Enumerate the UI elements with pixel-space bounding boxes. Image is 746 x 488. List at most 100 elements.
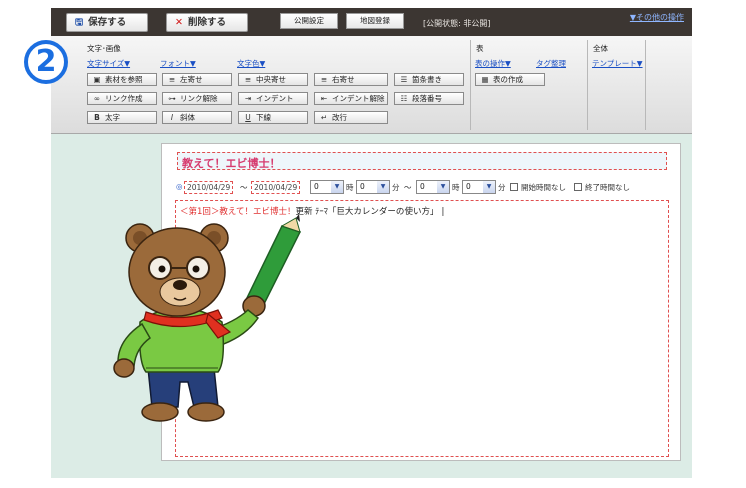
toolbar-divider (587, 40, 588, 130)
button-label: リンク作成 (105, 94, 143, 103)
text-color-dropdown[interactable]: 文字色▼ (237, 58, 265, 69)
button-label: 表の作成 (493, 75, 523, 84)
bold-button[interactable]: B 太字 (87, 111, 157, 124)
start-minute-select[interactable]: 0 ▼ (356, 180, 390, 194)
text-size-dropdown[interactable]: 文字サイズ▼ (87, 58, 130, 69)
chevron-down-icon: ▼ (331, 181, 343, 193)
button-label: 左寄せ (180, 75, 203, 84)
numbered-list-icon: ☷ (400, 94, 408, 103)
text-cursor: | (441, 207, 445, 217)
date-range-tilde: ～ (240, 183, 248, 192)
line-break-icon: ↵ (320, 113, 328, 122)
align-right-icon: ≡ (320, 75, 328, 84)
link-icon: ∞ (93, 94, 101, 103)
outdent-button[interactable]: ⇤ インデント解除 (314, 92, 388, 105)
align-center-button[interactable]: ≡ 中央寄せ (238, 73, 308, 86)
unlink-icon: ⊶ (168, 94, 176, 103)
bullet-list-button[interactable]: ☰ 箇条書き (394, 73, 464, 86)
tag-cleanup-link[interactable]: タグ整理 (536, 58, 566, 69)
table-icon: ▦ (481, 75, 489, 84)
minute-label: 分 (392, 183, 400, 192)
body-heading-rest: 更新 ﾃｰﾏ「巨大カレンダーの使い方」 (295, 207, 439, 217)
italic-button[interactable]: I 斜体 (162, 111, 232, 124)
no-end-time-label: 終了時間なし (585, 183, 630, 192)
no-start-time-label: 開始時間なし (521, 183, 566, 192)
format-toolbar: 文字･画像 表 全体 文字サイズ▼ フォント▼ 文字色▼ 表の操作▼ タグ整理 … (51, 36, 692, 134)
button-label: 斜体 (180, 113, 195, 122)
create-table-button[interactable]: ▦ 表の作成 (475, 73, 545, 86)
start-hour-select[interactable]: 0 ▼ (310, 180, 344, 194)
all-group-title: 全体 (593, 44, 608, 53)
underline-button[interactable]: U 下線 (238, 111, 308, 124)
numbered-list-button[interactable]: ☷ 段落番号 (394, 92, 464, 105)
button-label: 箇条書き (412, 75, 442, 84)
button-label: リンク解除 (180, 94, 218, 103)
select-value: 0 (314, 182, 319, 191)
title-field[interactable]: 教えて！エビ博士！ (177, 152, 667, 170)
button-label: インデント (256, 94, 294, 103)
end-date-field[interactable]: 2010/04/29 (251, 181, 301, 194)
image-icon: ▣ (93, 75, 101, 84)
button-label: 段落番号 (412, 94, 442, 103)
bear-mascot-illustration (113, 214, 302, 422)
close-x-icon: ✕ (175, 17, 183, 28)
align-left-icon: ≡ (168, 75, 176, 84)
table-group-title: 表 (476, 44, 484, 53)
date-time-row: ◎ 2010/04/29 ～ 2010/04/29 0 ▼ 時 0 ▼ 分 ～ 0 ▼… (176, 180, 656, 196)
template-dropdown[interactable]: テンプレート▼ (592, 58, 643, 69)
delete-label: 削除する (187, 17, 226, 28)
bold-icon: B (94, 113, 100, 122)
step-number-badge: 2 (24, 40, 68, 84)
select-value: 0 (466, 182, 471, 191)
select-value: 0 (360, 182, 365, 191)
chevron-down-icon: ▼ (377, 181, 389, 193)
time-range-tilde: ～ (404, 183, 412, 192)
font-dropdown[interactable]: フォント▼ (160, 58, 196, 69)
indent-button[interactable]: ⇥ インデント (238, 92, 308, 105)
align-right-button[interactable]: ≡ 右寄せ (314, 73, 388, 86)
button-label: 中央寄せ (256, 75, 286, 84)
no-start-time-checkbox[interactable] (510, 183, 518, 191)
indent-icon: ⇥ (244, 94, 252, 103)
no-end-time-checkbox[interactable] (574, 183, 582, 191)
map-register-button[interactable]: 地図登録 (346, 13, 404, 29)
button-label: インデント解除 (332, 94, 385, 103)
calendar-icon: ◎ (176, 182, 183, 191)
top-action-bar: 🖫 保存する ✕ 削除する 公開設定 地図登録 [公開状態: 非公開] ▼その他の操… (51, 8, 692, 36)
table-ops-dropdown[interactable]: 表の操作▼ (475, 58, 511, 69)
chevron-down-icon: ▼ (437, 181, 449, 193)
outdent-icon: ⇤ (320, 94, 328, 103)
toolbar-divider (645, 40, 646, 130)
underline-icon: U (245, 113, 251, 122)
bullet-list-icon: ☰ (400, 75, 408, 84)
align-center-icon: ≡ (244, 75, 252, 84)
save-disk-icon: 🖫 (75, 17, 84, 28)
select-value: 0 (420, 182, 425, 191)
publish-status: [公開状態: 非公開] (423, 19, 491, 28)
delete-button[interactable]: ✕ 削除する (166, 13, 248, 32)
title-text: 教えて！エビ博士！ (182, 157, 281, 170)
button-label: 下線 (256, 113, 271, 122)
save-label: 保存する (88, 17, 127, 28)
save-button[interactable]: 🖫 保存する (66, 13, 148, 32)
publish-settings-button[interactable]: 公開設定 (280, 13, 338, 29)
button-label: 太字 (105, 113, 120, 122)
hour-label: 時 (452, 183, 460, 192)
button-label: 改行 (332, 113, 347, 122)
italic-icon: I (170, 113, 174, 122)
end-minute-select[interactable]: 0 ▼ (462, 180, 496, 194)
line-break-button[interactable]: ↵ 改行 (314, 111, 388, 124)
hour-label: 時 (346, 183, 354, 192)
start-date-field[interactable]: 2010/04/29 (184, 181, 234, 194)
align-left-button[interactable]: ≡ 左寄せ (162, 73, 232, 86)
button-label: 右寄せ (332, 75, 355, 84)
create-link-button[interactable]: ∞ リンク作成 (87, 92, 157, 105)
material-browse-button[interactable]: ▣ 素材を参照 (87, 73, 157, 86)
button-label: 素材を参照 (105, 75, 143, 84)
remove-link-button[interactable]: ⊶ リンク解除 (162, 92, 232, 105)
other-operations-link[interactable]: ▼その他の操作 (630, 12, 684, 23)
toolbar-divider (470, 40, 471, 130)
minute-label: 分 (498, 183, 506, 192)
chevron-down-icon: ▼ (483, 181, 495, 193)
end-hour-select[interactable]: 0 ▼ (416, 180, 450, 194)
